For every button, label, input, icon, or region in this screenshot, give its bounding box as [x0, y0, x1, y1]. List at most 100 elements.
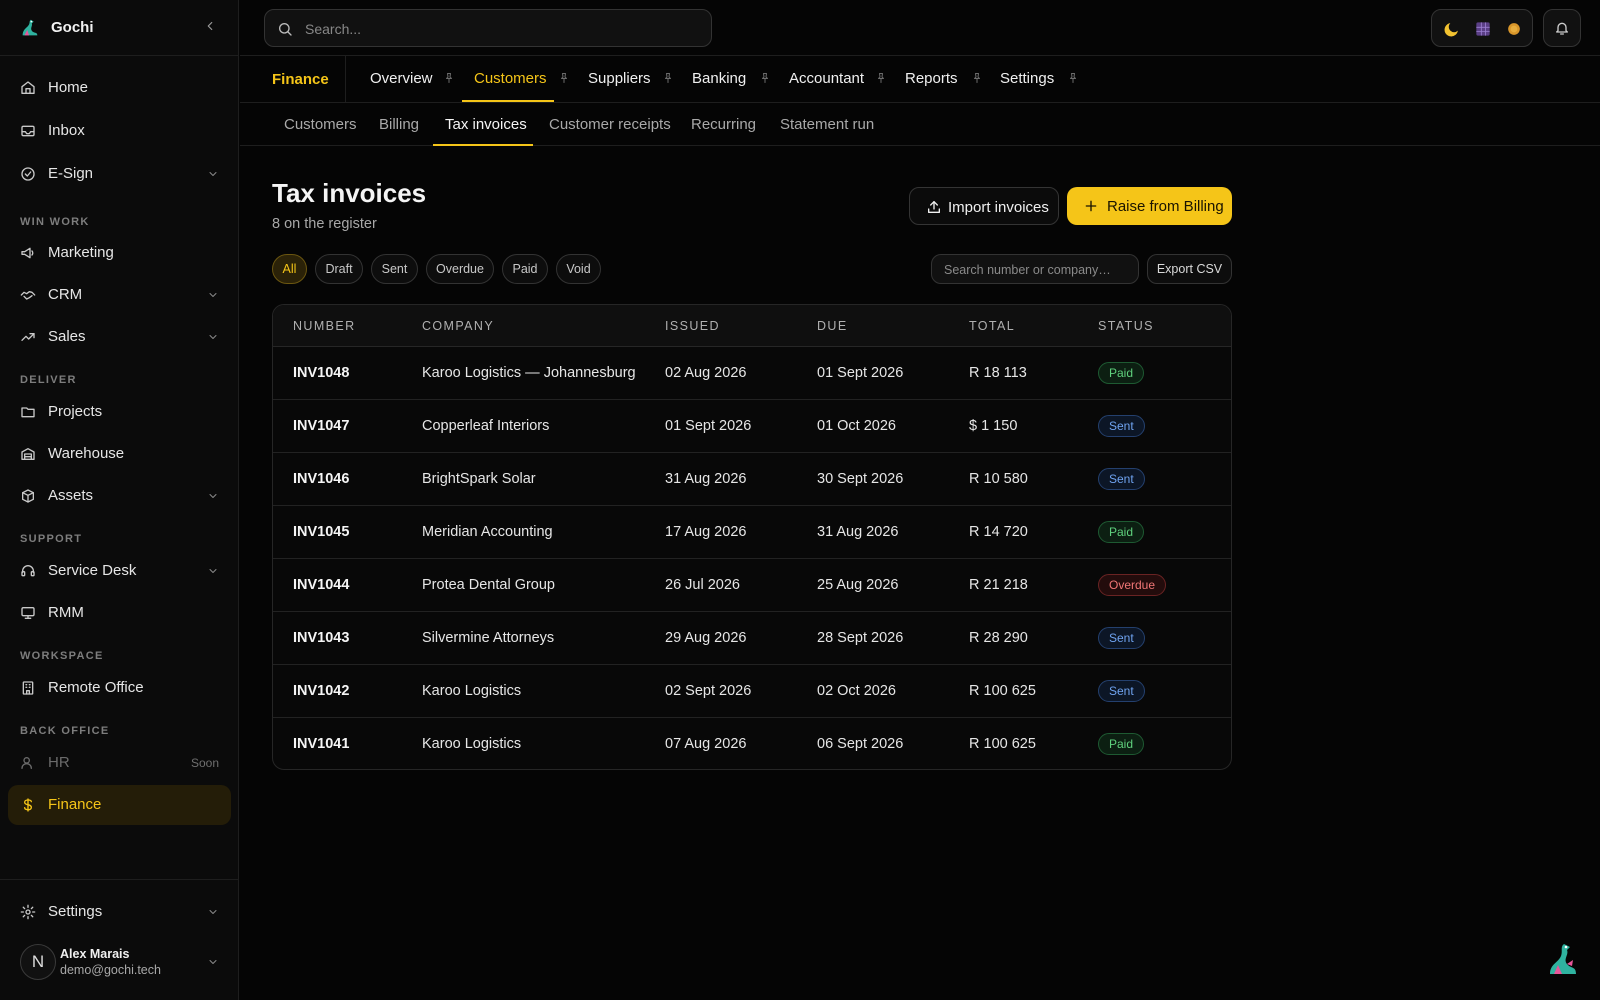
collapse-sidebar-icon[interactable]: [203, 19, 217, 33]
pin-icon[interactable]: [759, 72, 771, 84]
table-row[interactable]: INV1046 BrightSpark Solar 31 Aug 2026 30…: [273, 453, 1231, 506]
table-row[interactable]: INV1048 Karoo Logistics — Johannesburg 0…: [273, 347, 1231, 400]
cell-number[interactable]: INV1044: [293, 577, 349, 593]
pin-icon[interactable]: [443, 72, 455, 84]
user-email: demo@gochi.tech: [60, 963, 161, 977]
cell-issued: 17 Aug 2026: [665, 524, 747, 540]
tab-label: Suppliers: [588, 70, 651, 87]
cell-issued: 01 Sept 2026: [665, 418, 752, 434]
cell-total: R 21 218: [969, 577, 1028, 593]
table-row[interactable]: INV1042 Karoo Logistics 02 Sept 2026 02 …: [273, 665, 1231, 718]
cell-number[interactable]: INV1043: [293, 630, 349, 646]
column-header-company[interactable]: COMPANY: [422, 319, 494, 333]
filter-chip-overdue[interactable]: Overdue: [426, 254, 494, 284]
cell-number[interactable]: INV1041: [293, 736, 349, 752]
column-header-due[interactable]: DUE: [817, 319, 848, 333]
sidebar-item-esign[interactable]: E-Sign: [8, 154, 231, 194]
column-header-number[interactable]: NUMBER: [293, 319, 356, 333]
user-menu[interactable]: N Alex Marais demo@gochi.tech: [8, 938, 231, 986]
table-row[interactable]: INV1044 Protea Dental Group 26 Jul 2026 …: [273, 559, 1231, 612]
column-header-status[interactable]: STATUS: [1098, 319, 1154, 333]
sidebar: Gochi Home Inbox E-Sign WIN WORK Marketi…: [0, 0, 239, 1000]
sidebar-item-rmm[interactable]: RMM: [8, 593, 231, 633]
topbar: Search...: [240, 0, 1600, 56]
filter-chip-sent[interactable]: Sent: [371, 254, 418, 284]
cell-number[interactable]: INV1045: [293, 524, 349, 540]
sidebar-item-settings[interactable]: Settings: [8, 892, 231, 932]
sidebar-item-sales[interactable]: Sales: [8, 317, 231, 357]
cell-total: R 10 580: [969, 471, 1028, 487]
bell-icon: [1556, 22, 1568, 35]
plus-icon: [1085, 200, 1097, 212]
column-header-total[interactable]: TOTAL: [969, 319, 1015, 333]
grid-theme-icon[interactable]: [1473, 19, 1493, 39]
cell-company: Karoo Logistics: [422, 683, 522, 699]
cell-number[interactable]: INV1042: [293, 683, 349, 699]
table-row[interactable]: INV1047 Copperleaf Interiors 01 Sept 202…: [273, 400, 1231, 453]
sidebar-item-label: Marketing: [48, 244, 114, 261]
subtab-customers[interactable]: Customers: [284, 116, 357, 133]
active-subtab-indicator: [433, 144, 533, 146]
invoices-table: NUMBER COMPANY ISSUED DUE TOTAL STATUS I…: [272, 304, 1232, 770]
tab-label: Customers: [474, 70, 547, 87]
moon-icon[interactable]: [1442, 19, 1462, 39]
sun-icon[interactable]: [1504, 19, 1524, 39]
cell-total: R 100 625: [969, 736, 1036, 752]
subtab-statement-run[interactable]: Statement run: [780, 116, 874, 133]
status-badge: Paid: [1098, 733, 1145, 755]
sidebar-item-crm[interactable]: CRM: [8, 275, 231, 315]
pin-icon[interactable]: [662, 72, 674, 84]
chevron-down-icon: [209, 293, 217, 297]
sidebar-item-warehouse[interactable]: Warehouse: [8, 434, 231, 474]
subtab-billing[interactable]: Billing: [379, 116, 419, 133]
filter-chip-draft[interactable]: Draft: [315, 254, 363, 284]
table-row[interactable]: INV1041 Karoo Logistics 07 Aug 2026 06 S…: [273, 718, 1231, 769]
sidebar-item-finance[interactable]: Finance: [8, 785, 231, 825]
filter-chip-paid[interactable]: Paid: [502, 254, 548, 284]
sidebar-item-service-desk[interactable]: Service Desk: [8, 551, 231, 591]
cell-number[interactable]: INV1046: [293, 471, 349, 487]
sidebar-item-inbox[interactable]: Inbox: [8, 111, 231, 151]
cell-due: 01 Sept 2026: [817, 365, 904, 381]
cell-number[interactable]: INV1047: [293, 418, 349, 434]
raise-from-billing-button[interactable]: Raise from Billing: [1067, 187, 1232, 225]
pin-icon[interactable]: [971, 72, 983, 84]
cell-number[interactable]: INV1048: [293, 365, 349, 381]
cell-due: 02 Oct 2026: [817, 683, 896, 699]
global-search-input[interactable]: Search...: [264, 9, 712, 47]
dragon-mascot-icon[interactable]: [1542, 938, 1582, 978]
subtab-customer-receipts[interactable]: Customer receipts: [549, 116, 671, 133]
megaphone-icon: [21, 247, 34, 259]
invoice-search-input[interactable]: Search number or company…: [931, 254, 1139, 284]
table-row[interactable]: INV1045 Meridian Accounting 17 Aug 2026 …: [273, 506, 1231, 559]
module-divider: [345, 56, 346, 103]
export-csv-button[interactable]: Export CSV: [1147, 254, 1232, 284]
filter-chip-all[interactable]: All: [272, 254, 307, 284]
filter-chip-void[interactable]: Void: [556, 254, 601, 284]
headset-icon: [21, 565, 35, 577]
sidebar-item-projects[interactable]: Projects: [8, 392, 231, 432]
import-invoices-button[interactable]: Import invoices: [909, 187, 1059, 225]
page-subtitle: 8 on the register: [272, 216, 377, 232]
status-badge: Overdue: [1098, 574, 1167, 596]
button-label: Raise from Billing: [1107, 198, 1224, 215]
pin-icon[interactable]: [875, 72, 887, 84]
chevron-down-icon: [209, 960, 217, 964]
search-icon: [279, 23, 292, 36]
pin-icon[interactable]: [1067, 72, 1079, 84]
subtab-recurring[interactable]: Recurring: [691, 116, 756, 133]
pin-icon[interactable]: [558, 72, 570, 84]
column-header-issued[interactable]: ISSUED: [665, 319, 720, 333]
sidebar-item-remote-office[interactable]: Remote Office: [8, 668, 231, 708]
subtab-tax-invoices[interactable]: Tax invoices: [445, 116, 527, 133]
sidebar-item-assets[interactable]: Assets: [8, 476, 231, 516]
notifications-button[interactable]: [1543, 9, 1581, 47]
chevron-down-icon: [209, 172, 217, 176]
gochi-logo-icon[interactable]: [19, 17, 41, 39]
search-placeholder: Search...: [305, 21, 362, 37]
cell-total: $ 1 150: [969, 418, 1018, 434]
sidebar-item-label: Projects: [48, 403, 103, 420]
table-row[interactable]: INV1043 Silvermine Attorneys 29 Aug 2026…: [273, 612, 1231, 665]
sidebar-item-home[interactable]: Home: [8, 68, 231, 108]
sidebar-item-marketing[interactable]: Marketing: [8, 233, 231, 273]
